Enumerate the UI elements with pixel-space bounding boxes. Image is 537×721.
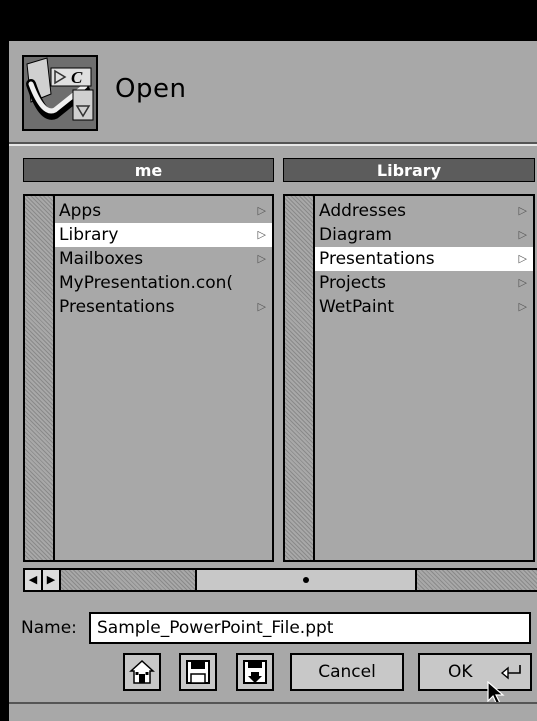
- list-item-label: Apps: [59, 201, 102, 221]
- open-dialog: C Open me Apps ▷ Library ▷ Mailboxes ▷ MyPrese…: [9, 41, 537, 721]
- svg-text:C: C: [71, 68, 83, 87]
- list-item[interactable]: Apps ▷: [55, 199, 272, 223]
- list-item-label: Presentations: [319, 249, 435, 269]
- scroll-right-button[interactable]: ▶: [43, 570, 61, 590]
- ok-button[interactable]: OK: [418, 653, 532, 691]
- list-item[interactable]: Mailboxes ▷: [55, 247, 272, 271]
- open-panel-icon: C: [21, 54, 99, 132]
- list-item-label: MyPresentation.con(: [59, 273, 234, 293]
- left-arrow-icon: ◀: [28, 573, 38, 586]
- name-label: Name:: [21, 618, 77, 638]
- right-arrow-icon: ▶: [46, 573, 56, 586]
- column-scroller[interactable]: [285, 196, 315, 560]
- list-item-label: Addresses: [319, 201, 407, 221]
- list-item[interactable]: Addresses ▷: [315, 199, 533, 223]
- scroll-left-button[interactable]: ◀: [25, 570, 43, 590]
- list-item-label: WetPaint: [319, 297, 395, 317]
- home-button[interactable]: [123, 653, 161, 691]
- file-list-me: Apps ▷ Library ▷ Mailboxes ▷ MyPresentation.co…: [55, 199, 272, 319]
- list-item[interactable]: Projects ▷: [315, 271, 533, 295]
- list-item[interactable]: WetPaint ▷: [315, 295, 533, 319]
- cancel-button[interactable]: Cancel: [290, 653, 404, 691]
- list-item[interactable]: MyPresentation.con(: [55, 271, 272, 295]
- submenu-arrow-icon: ▷: [518, 204, 527, 217]
- list-item[interactable]: Presentations ▷: [315, 247, 533, 271]
- list-item-label: Mailboxes: [59, 249, 144, 269]
- list-item[interactable]: Library ▷: [55, 223, 272, 247]
- browser-column-library[interactable]: Addresses ▷ Diagram ▷ Presentations ▷ Projects…: [283, 194, 535, 562]
- list-item[interactable]: Diagram ▷: [315, 223, 533, 247]
- scroll-thumb[interactable]: [195, 570, 417, 590]
- list-item-label: Diagram: [319, 225, 392, 245]
- filename-input[interactable]: [89, 612, 531, 644]
- column-scroller[interactable]: [25, 196, 55, 560]
- file-list-library: Addresses ▷ Diagram ▷ Presentations ▷ Projects…: [315, 199, 533, 319]
- ok-label: OK: [448, 662, 473, 682]
- home-icon: [129, 659, 155, 684]
- floppy-disk-down-icon: [243, 660, 267, 684]
- thumb-dot-icon: [303, 577, 309, 583]
- browser-column-me[interactable]: Apps ▷ Library ▷ Mailboxes ▷ MyPresentation.co…: [23, 194, 274, 562]
- submenu-arrow-icon: ▷: [257, 228, 266, 241]
- submenu-arrow-icon: ▷: [257, 300, 266, 313]
- save-disk-button[interactable]: [179, 653, 217, 691]
- horizontal-scrollbar[interactable]: ◀ ▶: [23, 568, 537, 592]
- dialog-header: C Open: [9, 41, 537, 144]
- list-item-label: Projects: [319, 273, 387, 293]
- dialog-title: Open: [115, 74, 187, 104]
- submenu-arrow-icon: ▷: [518, 300, 527, 313]
- screen: C Open me Apps ▷ Library ▷ Mailboxes ▷ MyPrese…: [0, 0, 537, 721]
- header-divider: [9, 144, 537, 146]
- return-key-icon: [500, 665, 521, 680]
- submenu-arrow-icon: ▷: [518, 228, 527, 241]
- list-item[interactable]: Presentations ▷: [55, 295, 272, 319]
- submenu-arrow-icon: ▷: [257, 204, 266, 217]
- submenu-arrow-icon: ▷: [518, 276, 527, 289]
- column-header-library: Library: [283, 158, 535, 182]
- disk-down-button[interactable]: [236, 653, 274, 691]
- dialog-footer: [9, 702, 537, 721]
- floppy-disk-icon: [186, 660, 210, 684]
- list-item-label: Presentations: [59, 297, 175, 317]
- submenu-arrow-icon: ▷: [518, 252, 527, 265]
- list-item-label: Library: [59, 225, 119, 245]
- submenu-arrow-icon: ▷: [257, 252, 266, 265]
- column-header-me: me: [23, 158, 274, 182]
